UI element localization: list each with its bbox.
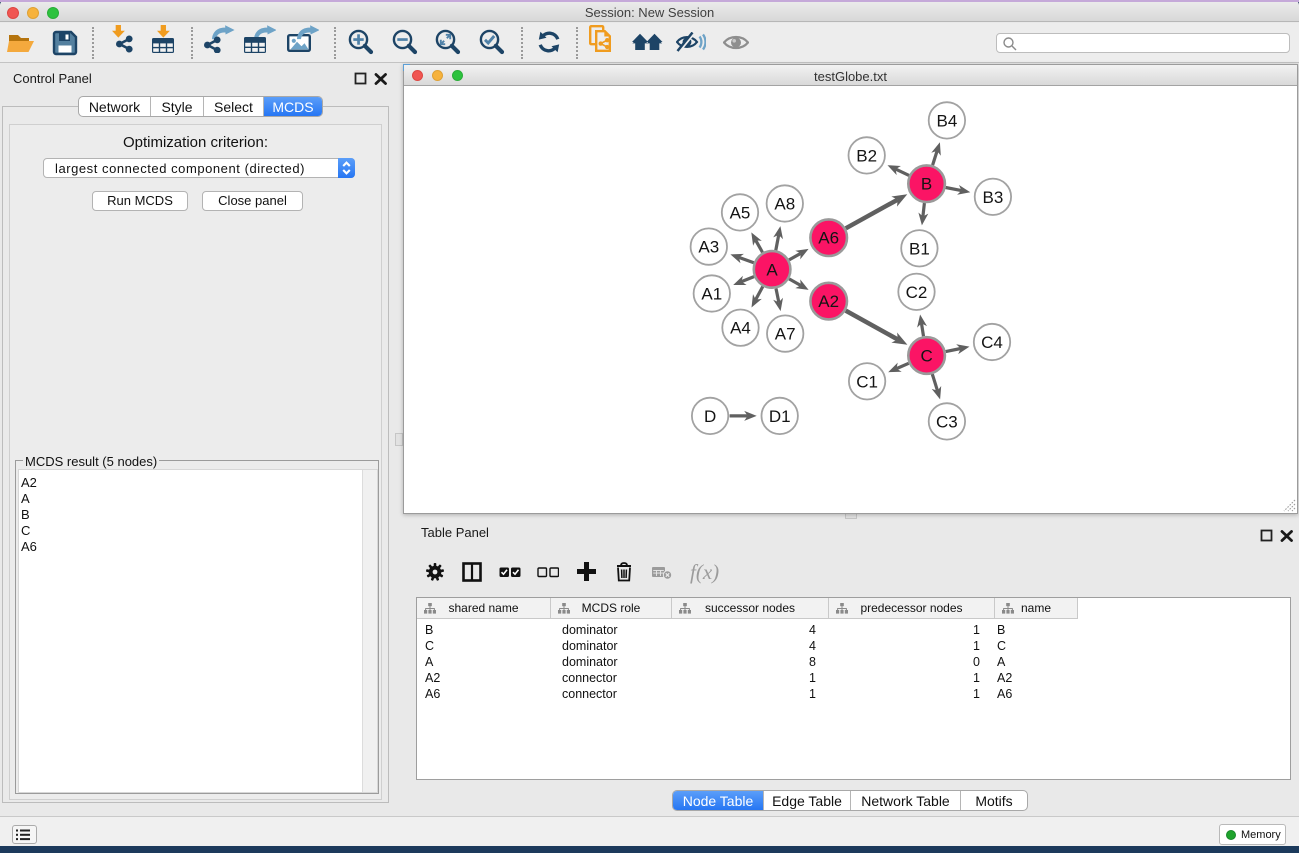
svg-text:B1: B1 <box>909 239 930 258</box>
svg-text:A6: A6 <box>818 229 839 248</box>
svg-text:D1: D1 <box>769 407 791 426</box>
svg-text:A1: A1 <box>701 285 722 304</box>
svg-text:C1: C1 <box>856 372 878 391</box>
svg-text:C3: C3 <box>936 412 958 431</box>
svg-text:C4: C4 <box>981 333 1003 352</box>
svg-text:B3: B3 <box>983 188 1004 207</box>
svg-text:A8: A8 <box>774 195 795 214</box>
svg-text:A3: A3 <box>698 238 719 257</box>
svg-text:A2: A2 <box>818 292 839 311</box>
svg-text:B: B <box>921 175 932 194</box>
svg-text:A5: A5 <box>730 203 751 222</box>
svg-text:C2: C2 <box>906 283 928 302</box>
svg-text:D: D <box>704 407 716 426</box>
svg-text:B2: B2 <box>856 146 877 165</box>
svg-text:B4: B4 <box>937 111 958 130</box>
svg-text:A: A <box>766 260 778 279</box>
svg-text:A4: A4 <box>730 319 751 338</box>
svg-text:A7: A7 <box>775 325 796 344</box>
svg-text:C: C <box>920 347 932 366</box>
